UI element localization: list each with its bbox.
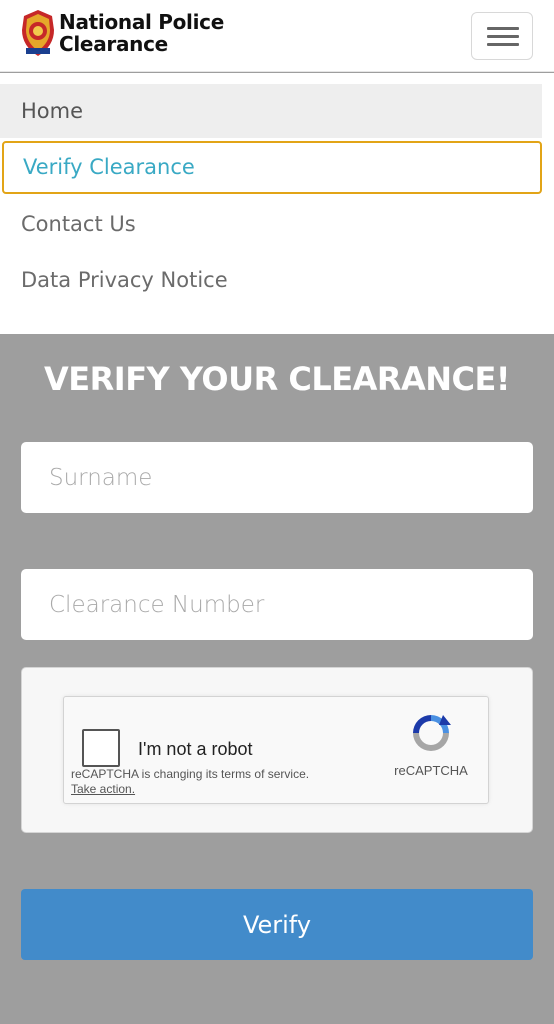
site-header: National Police Clearance: [0, 0, 554, 72]
brand-line-1: National Police: [59, 10, 224, 34]
nav-item-verify-clearance[interactable]: Verify Clearance: [2, 141, 542, 194]
recaptcha-take-action-link[interactable]: Take action.: [71, 782, 135, 796]
nav-item-home[interactable]: Home: [0, 84, 542, 138]
site-brand[interactable]: National Police Clearance: [59, 11, 224, 55]
hamburger-menu-icon: [487, 27, 519, 30]
captcha-container: I'm not a robot reCAPTCHA is changing it…: [21, 667, 533, 833]
surname-input[interactable]: [21, 442, 533, 513]
page-title: VERIFY YOUR CLEARANCE!: [44, 360, 510, 398]
recaptcha-notice: reCAPTCHA is changing its terms of servi…: [71, 767, 310, 781]
clearance-number-input[interactable]: [21, 569, 533, 640]
pnp-badge-icon[interactable]: [20, 8, 56, 58]
nav-item-contact-us[interactable]: Contact Us: [0, 197, 542, 251]
nav-item-data-privacy[interactable]: Data Privacy Notice: [0, 253, 542, 307]
verify-form-section: VERIFY YOUR CLEARANCE! I'm not a robot r…: [0, 334, 554, 1024]
recaptcha-widget: I'm not a robot reCAPTCHA is changing it…: [63, 696, 489, 804]
verify-button[interactable]: Verify: [21, 889, 533, 960]
brand-line-2: Clearance: [59, 32, 168, 56]
hamburger-menu-icon: [487, 43, 519, 46]
recaptcha-brand: reCAPTCHA: [394, 763, 468, 778]
menu-toggle-button[interactable]: [471, 12, 533, 60]
recaptcha-logo-icon[interactable]: [409, 711, 453, 755]
recaptcha-label: I'm not a robot: [138, 739, 253, 759]
hamburger-menu-icon: [487, 35, 519, 38]
main-nav: Home Verify Clearance Contact Us Data Pr…: [0, 73, 554, 334]
recaptcha-checkbox[interactable]: [82, 729, 120, 767]
